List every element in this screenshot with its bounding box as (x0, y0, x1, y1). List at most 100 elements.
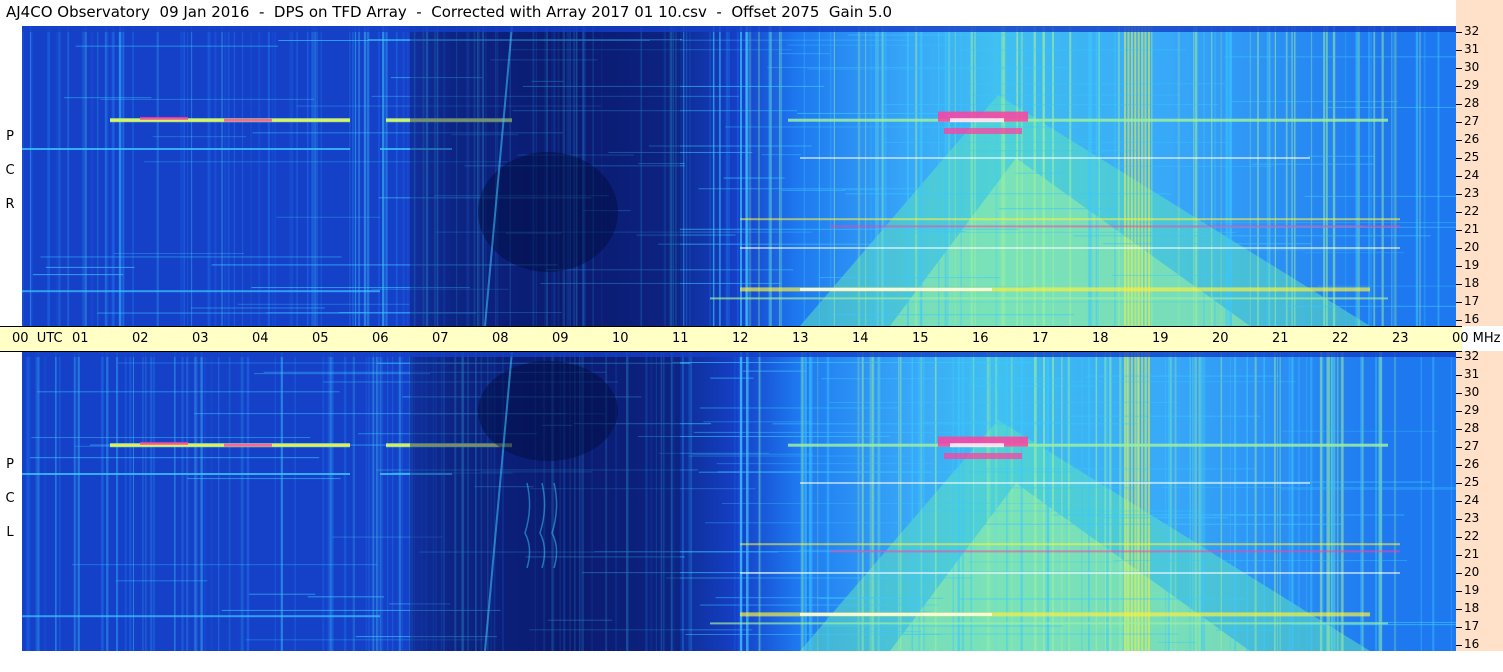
vertical-stripe (923, 351, 925, 651)
vertical-stripe (331, 351, 334, 651)
signal-line (22, 615, 380, 618)
vertical-stripe (274, 351, 277, 651)
freq-tick-label: 29 (1464, 403, 1480, 417)
chart-title: AJ4CO Observatory 09 Jan 2016 - DPS on T… (6, 3, 893, 21)
vertical-stripe (872, 351, 875, 651)
horizontal-line (679, 228, 1019, 230)
vertical-stripe (1310, 26, 1313, 326)
rfi-band (224, 118, 272, 122)
horizontal-line (693, 431, 953, 433)
freq-tick (1456, 627, 1462, 628)
time-tick-label: 03 (192, 331, 209, 346)
vertical-stripe (218, 351, 220, 651)
time-tick-label: 12 (732, 331, 749, 346)
freq-tick-label: 18 (1464, 276, 1480, 290)
vertical-stripe (749, 26, 752, 326)
horizontal-line (969, 83, 1225, 85)
vertical-stripe (877, 26, 879, 326)
horizontal-line (797, 112, 949, 114)
vertical-stripe (781, 26, 783, 326)
time-tick-label: 01 (72, 331, 89, 346)
horizontal-line (901, 633, 1179, 635)
vertical-stripe (1285, 26, 1288, 326)
vertical-stripe (22, 26, 24, 326)
vertical-stripe (920, 351, 923, 651)
vertical-stripe (857, 351, 860, 651)
vertical-stripe (938, 26, 940, 326)
freq-tick-label: 17 (1464, 294, 1480, 308)
vertical-stripe (869, 351, 872, 651)
vertical-stripe (970, 351, 973, 651)
vertical-stripe (1378, 351, 1380, 651)
vertical-stripe (826, 351, 830, 651)
horizontal-line (767, 66, 1070, 68)
time-tick-label: 05 (312, 331, 329, 346)
vertical-stripe (129, 351, 132, 651)
freq-tick-label: 23 (1464, 186, 1480, 200)
vertical-stripe (37, 351, 40, 651)
horizontal-line (985, 468, 1256, 470)
vertical-stripe (878, 351, 881, 651)
time-tick-label: 09 (552, 331, 569, 346)
vertical-stripe (1345, 26, 1347, 326)
vertical-stripe (1003, 26, 1006, 326)
night-dark-core (478, 361, 618, 461)
vertical-stripe (56, 26, 59, 326)
vertical-stripe (233, 26, 236, 326)
frequency-axis-lcp: 32 31 30 29 28 27 26 25 24 23 22 21 20 19 18 17 16 (1456, 349, 1503, 651)
vertical-stripe (1229, 351, 1231, 651)
top-edge (22, 26, 1456, 32)
vertical-stripe (1214, 26, 1216, 326)
freq-tick (1456, 447, 1462, 448)
horizontal-line (63, 97, 152, 99)
horizontal-line (31, 437, 311, 439)
vertical-stripe (681, 351, 684, 651)
freq-tick (1456, 375, 1462, 376)
horizontal-line (862, 631, 922, 633)
horizontal-line (187, 478, 341, 480)
horizontal-line (983, 523, 1344, 525)
rfi-stripe (1141, 351, 1144, 651)
rfi-band (224, 443, 272, 447)
vertical-stripe (1423, 26, 1426, 326)
vertical-stripe (1355, 26, 1358, 326)
time-tick-label: 13 (792, 331, 809, 346)
vertical-stripe (26, 351, 29, 651)
vertical-stripe (1234, 351, 1237, 651)
vertical-stripe (733, 351, 736, 651)
vertical-stripe (144, 351, 147, 651)
freq-tick (1456, 320, 1462, 321)
horizontal-line (253, 373, 431, 375)
vertical-stripe (829, 26, 832, 326)
vertical-stripe (757, 26, 761, 326)
vertical-stripe (119, 26, 122, 326)
freq-tick (1456, 555, 1462, 556)
time-tick-label: 15 (912, 331, 929, 346)
vertical-stripe (994, 351, 998, 651)
vertical-stripe (1420, 351, 1422, 651)
horizontal-line (1231, 101, 1398, 103)
vertical-stripe (804, 351, 807, 651)
vertical-stripe (1035, 351, 1037, 651)
rfi-stripe (1144, 26, 1147, 326)
vertical-stripe (1098, 26, 1100, 326)
vertical-stripe (1016, 26, 1019, 326)
vertical-stripe (1020, 351, 1023, 651)
freq-tick-label: 18 (1464, 601, 1480, 615)
signal-line (830, 225, 1400, 228)
freq-tick (1456, 68, 1462, 69)
rfi-band (788, 443, 1388, 447)
horizontal-line (705, 522, 910, 524)
signal-line (800, 157, 1310, 159)
rfi-stripe (1127, 26, 1130, 326)
vertical-stripe (685, 26, 688, 326)
vertical-stripe (1109, 351, 1112, 651)
horizontal-line (152, 136, 247, 138)
vertical-stripe (957, 351, 960, 651)
horizontal-line (742, 370, 807, 372)
freq-tick (1456, 573, 1462, 574)
vertical-stripe (1336, 351, 1339, 651)
vertical-stripe (1165, 351, 1167, 651)
pol-letter: P (6, 129, 14, 144)
freq-tick (1456, 194, 1462, 195)
